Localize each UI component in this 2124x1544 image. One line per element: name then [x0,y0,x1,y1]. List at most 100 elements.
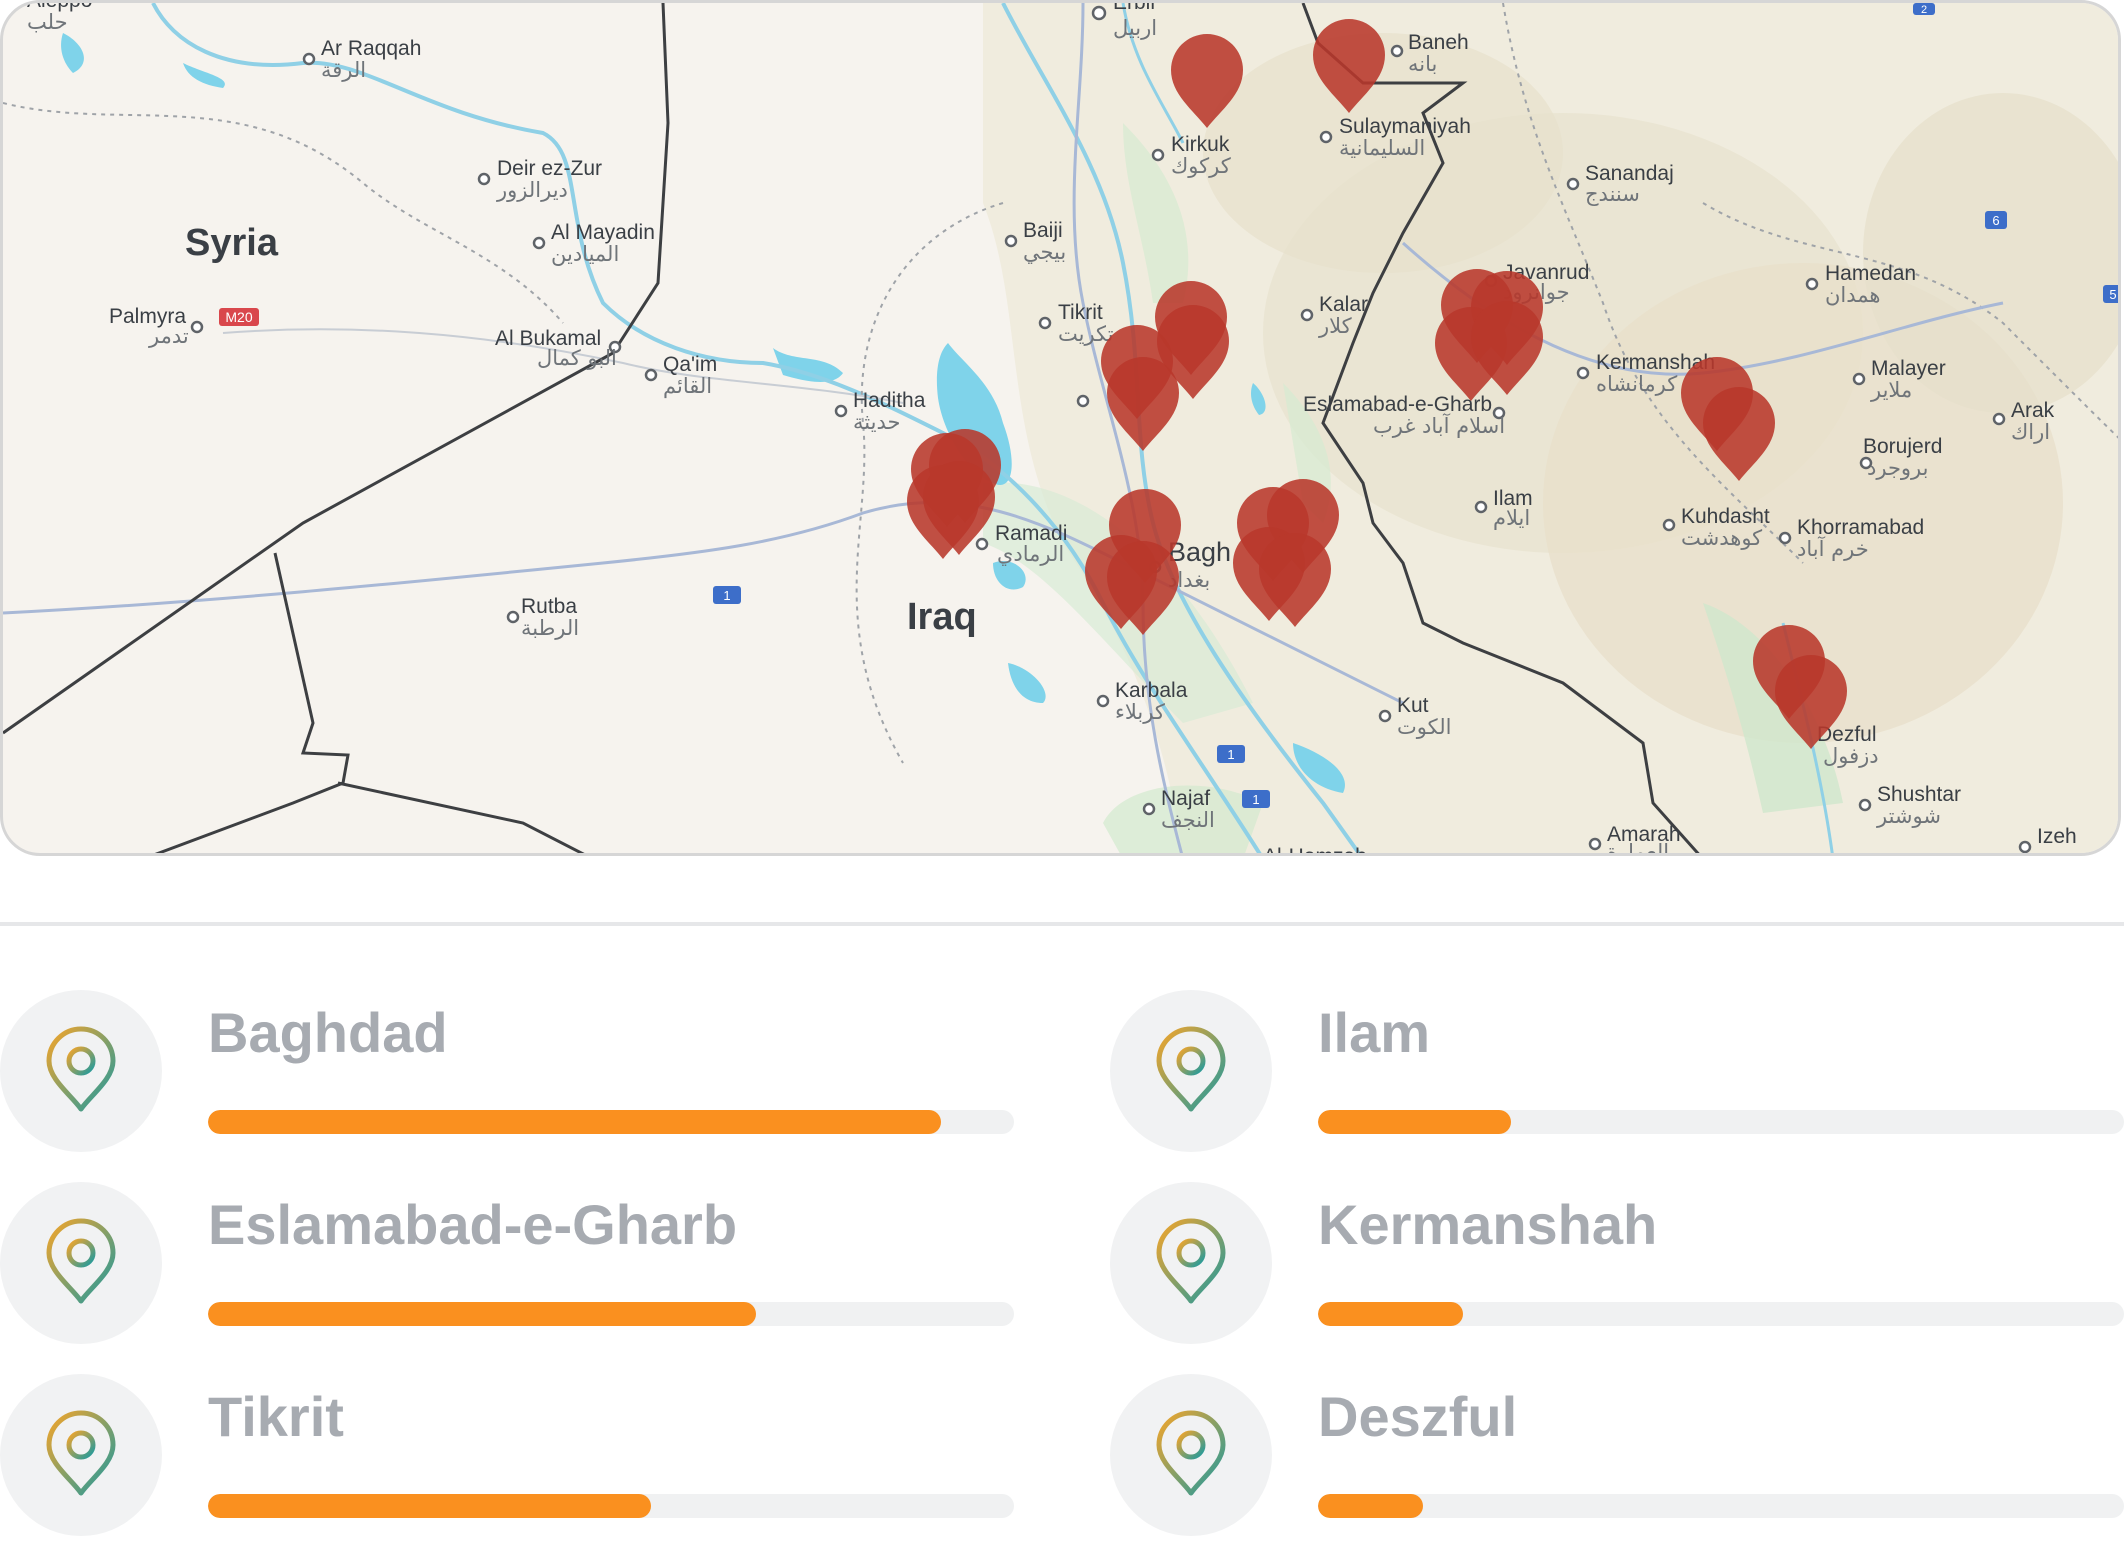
city-arraqqah: Ar Raqqah [321,37,421,60]
location-pin-icon [0,990,162,1152]
city-baiji: Baiji [1023,219,1063,242]
city-sanandaj-ar: سنندج [1585,182,1640,207]
location-item[interactable]: Tikrit [0,1374,1050,1544]
location-pin-icon [1110,1374,1272,1536]
city-kermanshah-ar: كرمانشاه [1596,372,1677,396]
city-rutba: Rutba [521,595,577,618]
city-hamedan: Hamedan [1825,262,1916,285]
progress-fill [1318,1302,1464,1326]
svg-text:1: 1 [723,588,730,603]
progress-track [208,1302,1014,1326]
city-borujerd: Borujerd [1863,435,1942,458]
city-baghdad: Bagh [1168,537,1231,567]
city-najaf: Najaf [1161,787,1210,810]
country-label-syria: Syria [185,222,279,264]
city-qaim: Qa'im [663,353,717,376]
city-tikrit: Tikrit [1058,301,1103,324]
location-name: Tikrit [208,1385,344,1448]
section-divider [0,922,2124,926]
city-deirezzur-ar: ديرالزور [496,178,568,202]
city-kuhdasht-ar: کوهدشت [1681,526,1762,550]
city-alhamzah: Al-Hamzah [1263,845,1367,856]
road-shield-1b: 1 [1217,745,1245,763]
progress-fill [208,1494,652,1518]
city-arraqqah-ar: الرقة [321,58,366,82]
progress-fill [1318,1110,1512,1134]
city-baneh: Baneh [1408,31,1469,54]
svg-text:5: 5 [2109,287,2116,302]
city-haditha: Haditha [853,389,926,412]
progress-track [1318,1494,2124,1518]
map-canvas[interactable]: M20 1 1 1 6 5 2 Syria Iraq اربيل Baneh ب… [3,3,2121,856]
city-ilam-ar: ايلام [1493,506,1530,530]
location-item[interactable]: Baghdad [0,990,1050,1160]
city-baiji-ar: بيجي [1023,240,1066,264]
road-shield-1a: 1 [713,586,741,604]
location-item[interactable]: Kermanshah [1110,1182,2124,1352]
city-kuhdasht: Kuhdasht [1681,505,1770,528]
svg-text:1: 1 [1227,747,1234,762]
city-dezful-ar: دزفول [1823,744,1879,768]
progress-fill [1318,1494,1423,1518]
country-label-iraq: Iraq [907,596,977,638]
city-baneh-ar: بانه [1408,52,1437,76]
city-almayadin: Al Mayadin [551,221,655,244]
location-pin-icon [1110,1182,1272,1344]
city-najaf-ar: النجف [1161,808,1215,832]
location-pin-icon [0,1182,162,1344]
city-eslamabad: Eslamabad-e-Gharb [1303,393,1492,416]
progress-fill [208,1110,942,1134]
location-name: Ilam [1318,1001,1431,1064]
city-palmyra-ar: تدمر [148,324,189,348]
city-rutba-ar: الرطبة [521,616,579,640]
city-haditha-ar: حديثة [853,410,900,434]
city-khorramabad: Khorramabad [1797,516,1924,539]
location-item[interactable]: Deszful [1110,1374,2124,1544]
city-kalar-ar: كلار [1318,314,1352,338]
city-malayer: Malayer [1871,357,1946,380]
city-izeh: Izeh [2037,825,2077,848]
city-amarah-ar: العمارة [1607,840,1669,856]
city-ramadi-ar: الرمادي [997,542,1064,566]
svg-text:1: 1 [1252,792,1259,807]
progress-track [1318,1302,2124,1326]
city-kirkuk-ar: كركوك [1171,154,1231,178]
svg-text:6: 6 [1992,213,1999,228]
city-aleppo-ar: حلب [27,10,68,34]
svg-text:M20: M20 [225,309,252,325]
map-view[interactable]: M20 1 1 1 6 5 2 Syria Iraq اربيل Baneh ب… [0,0,2121,856]
city-almayadin-ar: الميادين [551,242,619,266]
city-kalar: Kalar [1319,293,1368,316]
location-item[interactable]: Ilam [1110,990,2124,1160]
city-sulaymaniyah-ar: السليمانية [1339,136,1425,160]
city-shushtar-ar: شوشتر [1876,804,1941,828]
location-item[interactable]: Eslamabad-e-Gharb [0,1182,1050,1352]
city-kut: Kut [1397,694,1429,717]
city-erbil-ar: اربيل [1113,16,1157,40]
location-name: Kermanshah [1318,1193,1658,1256]
location-pin-icon [0,1374,162,1536]
city-malayer-ar: ملاير [1870,378,1912,402]
city-qaim-ar: القائم [663,374,712,399]
city-sulaymaniyah: Sulaymaniyah [1339,115,1471,138]
city-erbil: Erbil [1113,3,1155,14]
road-shield-2: 2 [1913,3,1935,16]
city-tikrit-ar: تكريت [1058,322,1114,346]
road-shield-6: 6 [1985,211,2007,229]
city-kut-ar: الكوت [1397,715,1451,739]
city-arak: Arak [2011,399,2055,422]
road-shield-m20: M20 [219,308,259,326]
city-deirezzur: Deir ez-Zur [497,157,602,180]
city-karbala: Karbala [1115,679,1188,702]
progress-track [208,1110,1014,1134]
city-eslamabad-ar: اسلام آباد غرب [1373,413,1505,438]
location-name: Baghdad [208,1001,448,1064]
progress-fill [208,1302,757,1326]
progress-track [208,1494,1014,1518]
road-shield-5: 5 [2103,285,2118,303]
city-hamedan-ar: همدان [1825,283,1881,307]
city-shushtar: Shushtar [1877,783,1961,806]
city-albukamal-ar: البو كمال [537,346,617,370]
location-name: Deszful [1318,1385,1518,1448]
road-shield-1c: 1 [1242,790,1270,808]
